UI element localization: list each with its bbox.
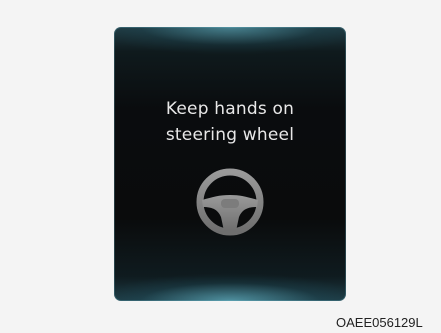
warning-message-line-1: Keep hands on [165,99,295,119]
steering-wheel-icon [196,168,264,236]
cluster-display: Keep hands on steering wheel [114,27,346,301]
figure-code: OAEE056129L [336,315,423,330]
warning-message: Keep hands on steering wheel [114,96,346,148]
warning-message-line-2: steering wheel [165,125,295,145]
